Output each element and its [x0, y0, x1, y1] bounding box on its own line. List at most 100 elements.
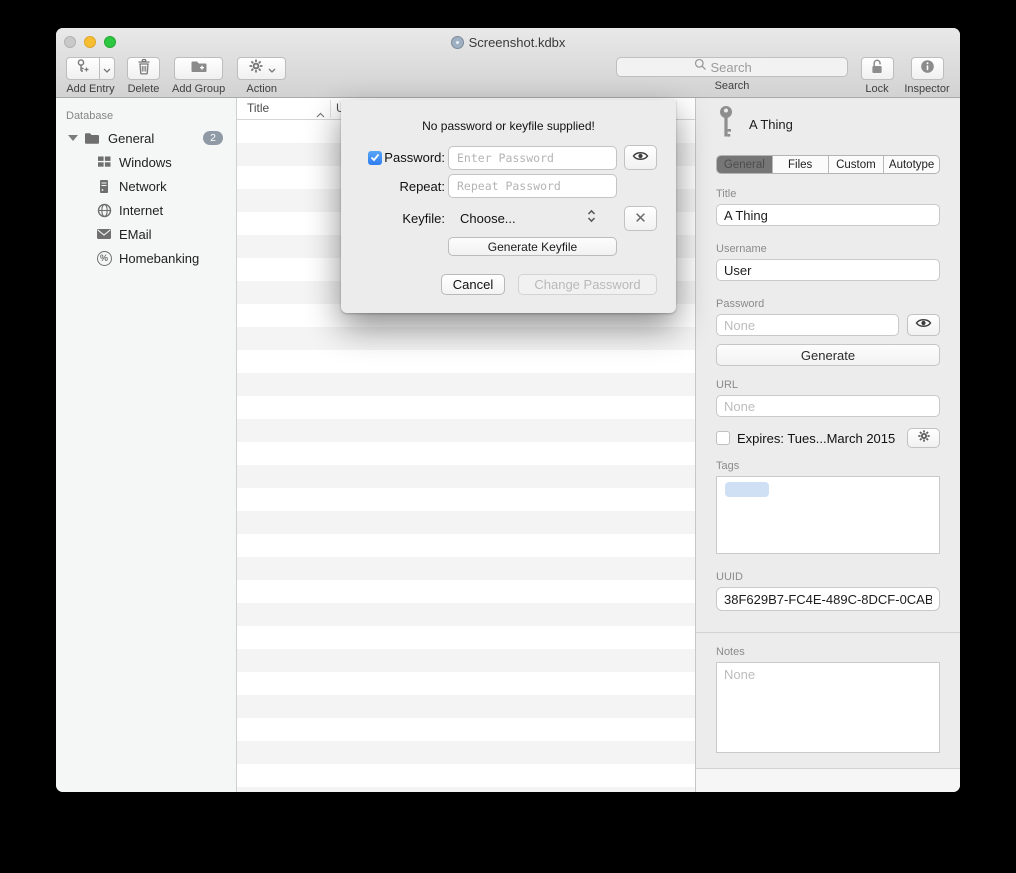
titlebar[interactable]: Screenshot.kdbx	[56, 28, 960, 56]
title-field-label: Title	[716, 188, 940, 200]
add-entry-label: Add Entry	[66, 83, 114, 95]
inspector-footer	[696, 768, 960, 792]
sheet-message: No password or keyfile supplied!	[341, 119, 676, 133]
tab-general[interactable]: General	[717, 156, 773, 173]
lock-button[interactable]	[861, 57, 894, 80]
inspector-button[interactable]	[911, 57, 944, 80]
change-password-button[interactable]: Change Password	[518, 274, 657, 295]
delete-button[interactable]	[127, 57, 160, 80]
lock-group: Lock	[853, 57, 901, 95]
sidebar-item-email[interactable]: EMail	[56, 222, 236, 246]
reveal-password-button[interactable]	[907, 314, 940, 336]
url-field[interactable]	[716, 395, 940, 417]
sidebar-item-windows[interactable]: Windows	[56, 150, 236, 174]
keyfile-label: Keyfile:	[402, 211, 445, 226]
sidebar-item-internet[interactable]: Internet	[56, 198, 236, 222]
generate-keyfile-button[interactable]: Generate Keyfile	[448, 237, 617, 256]
gear-icon	[248, 58, 264, 79]
search-icon	[694, 58, 707, 76]
change-password-sheet: No password or keyfile supplied! Passwor…	[341, 100, 676, 313]
username-field-label: Username	[716, 243, 940, 255]
info-icon	[920, 59, 935, 79]
keyfile-popup[interactable]: Choose...	[448, 209, 596, 228]
sidebar-item-label: General	[108, 131, 203, 146]
delete-label: Delete	[128, 83, 160, 95]
percent-icon: %	[96, 250, 112, 266]
entry-title: A Thing	[749, 117, 793, 132]
action-button[interactable]	[237, 57, 286, 80]
key-plus-icon	[75, 58, 91, 79]
sidebar-item-general[interactable]: General 2	[56, 126, 236, 150]
disclosure-triangle-icon[interactable]	[68, 135, 78, 141]
column-header-title[interactable]: Title	[247, 101, 269, 115]
close-x-icon: ✕	[634, 211, 647, 226]
search-group: Search	[616, 57, 848, 92]
tab-custom[interactable]: Custom	[829, 156, 885, 173]
search-field[interactable]	[616, 57, 848, 77]
inspector-panel: A Thing General Files Custom Autotype Ti…	[695, 98, 960, 792]
inspector-label: Inspector	[904, 83, 949, 95]
title-field[interactable]	[716, 204, 940, 226]
url-field-label: URL	[716, 379, 940, 391]
add-group-button[interactable]	[174, 57, 223, 80]
enter-password-input[interactable]	[448, 146, 617, 170]
windows-icon	[96, 154, 112, 170]
lock-label: Lock	[865, 83, 888, 95]
tags-field[interactable]	[716, 476, 940, 554]
repeat-password-input[interactable]	[448, 174, 617, 198]
entry-count-badge: 2	[203, 131, 223, 145]
add-group-label: Add Group	[172, 83, 225, 95]
add-entry-dropdown-button[interactable]	[100, 57, 115, 80]
reveal-password-button[interactable]	[624, 145, 657, 170]
sidebar-item-label: Internet	[119, 203, 163, 218]
search-label: Search	[715, 80, 750, 92]
uuid-field[interactable]	[716, 587, 940, 611]
uuid-label: UUID	[716, 571, 940, 583]
action-label: Action	[246, 83, 277, 95]
cancel-button[interactable]: Cancel	[441, 274, 505, 295]
app-window: Screenshot.kdbx	[56, 28, 960, 792]
sidebar-item-label: Windows	[119, 155, 172, 170]
expires-checkbox[interactable]	[716, 431, 730, 445]
globe-icon	[96, 202, 112, 218]
trash-icon	[136, 58, 152, 80]
chevron-down-icon	[103, 60, 111, 78]
notes-field[interactable]	[716, 662, 940, 753]
gear-icon	[917, 429, 931, 448]
key-icon	[716, 105, 736, 144]
sidebar-item-network[interactable]: Network	[56, 174, 236, 198]
delete-group: Delete	[127, 57, 160, 95]
section-divider	[696, 632, 960, 633]
notes-label: Notes	[716, 646, 940, 658]
toolbar: Add Entry Delete A	[56, 56, 960, 97]
sidebar-section-header: Database	[56, 106, 236, 126]
server-icon	[96, 178, 112, 194]
add-entry-group: Add Entry	[66, 57, 115, 95]
window-title: Screenshot.kdbx	[469, 35, 566, 50]
folder-plus-icon	[190, 59, 208, 79]
action-group: Action	[237, 57, 286, 95]
eye-icon	[632, 149, 649, 167]
password-checkbox[interactable]	[368, 151, 382, 165]
clear-keyfile-button[interactable]: ✕	[624, 206, 657, 231]
sidebar-item-homebanking[interactable]: % Homebanking	[56, 246, 236, 270]
search-input[interactable]	[711, 60, 771, 75]
keyfile-selected-value: Choose...	[448, 211, 587, 226]
password-field[interactable]	[716, 314, 899, 336]
inspector-tabs: General Files Custom Autotype	[716, 155, 940, 174]
generate-password-button[interactable]: Generate	[716, 344, 940, 366]
username-field[interactable]	[716, 259, 940, 281]
tag-token[interactable]	[725, 482, 769, 497]
add-group-group: Add Group	[172, 57, 225, 95]
tab-files[interactable]: Files	[773, 156, 829, 173]
tab-autotype[interactable]: Autotype	[884, 156, 939, 173]
sidebar: Database General 2 Windows Network	[56, 98, 237, 792]
column-divider[interactable]	[330, 100, 331, 118]
add-entry-button[interactable]	[66, 57, 100, 80]
envelope-icon	[96, 226, 112, 242]
chevron-down-icon	[268, 60, 276, 78]
padlock-open-icon	[869, 58, 885, 80]
sidebar-item-label: EMail	[119, 227, 152, 242]
inspector-group: Inspector	[899, 57, 955, 95]
expires-settings-button[interactable]	[907, 428, 940, 448]
